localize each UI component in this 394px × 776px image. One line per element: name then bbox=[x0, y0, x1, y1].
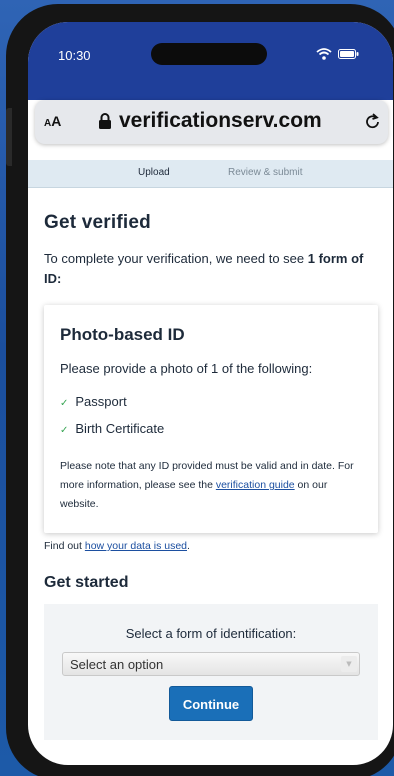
get-started-panel: Select a form of identification: Select … bbox=[44, 604, 378, 740]
text-size-button[interactable]: AA bbox=[44, 113, 61, 129]
battery-icon bbox=[338, 49, 359, 59]
continue-button[interactable]: Continue bbox=[169, 686, 253, 721]
phone-frame: 10:30 AA verificationserv.com Upload Rev… bbox=[6, 4, 394, 776]
data-usage-link[interactable]: how your data is used bbox=[85, 540, 187, 552]
wifi-icon bbox=[316, 48, 332, 60]
chevron-down-icon: ▼ bbox=[341, 656, 357, 672]
check-icon: ✓ bbox=[60, 425, 69, 436]
list-item: ✓ Birth Certificate bbox=[60, 421, 165, 436]
id-type-select[interactable]: Select an option ▼ bbox=[62, 652, 360, 676]
phone-side-button bbox=[6, 108, 12, 166]
lock-icon bbox=[99, 113, 111, 129]
phone-screen: 10:30 AA verificationserv.com Upload Rev… bbox=[28, 22, 393, 765]
validity-note: Please note that any ID provided must be… bbox=[60, 460, 354, 510]
check-icon: ✓ bbox=[60, 398, 69, 409]
dynamic-island bbox=[151, 43, 267, 65]
photo-id-card: Photo-based ID Please provide a photo of… bbox=[44, 305, 378, 533]
reload-icon[interactable] bbox=[365, 112, 381, 130]
card-subtitle: Please provide a photo of 1 of the follo… bbox=[60, 361, 313, 376]
status-time: 10:30 bbox=[58, 48, 91, 63]
card-title: Photo-based ID bbox=[60, 325, 185, 344]
page-title: Get verified bbox=[44, 212, 151, 233]
url-bar[interactable]: AA verificationserv.com bbox=[35, 100, 388, 144]
step-review-submit: Review & submit bbox=[228, 167, 303, 178]
status-bar: 10:30 bbox=[28, 22, 393, 100]
verification-guide-link[interactable]: verification guide bbox=[216, 479, 295, 491]
progress-steps: Upload Review & submit bbox=[28, 160, 393, 188]
data-usage-text: Find out how your data is used. bbox=[44, 540, 190, 552]
get-started-heading: Get started bbox=[44, 574, 129, 591]
id-select-label: Select a form of identification: bbox=[125, 626, 297, 641]
intro-text: To complete your verification, we need t… bbox=[44, 251, 364, 286]
list-item: ✓ Passport bbox=[60, 394, 127, 409]
step-upload: Upload bbox=[138, 167, 170, 178]
select-value: Select an option bbox=[70, 657, 164, 672]
domain-label[interactable]: verificationserv.com bbox=[119, 109, 322, 133]
